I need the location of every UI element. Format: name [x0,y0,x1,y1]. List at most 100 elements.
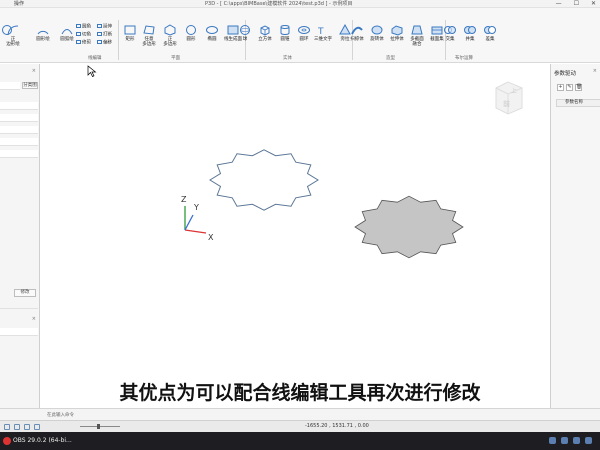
zoom-slider-track[interactable] [80,426,120,427]
edit-parameter-button[interactable]: ✎ [566,84,573,91]
tool-trim[interactable]: 修剪 [76,40,91,47]
status-icons [4,424,40,430]
list-item[interactable] [0,126,38,134]
union-icon [464,26,476,34]
tool-fillet[interactable]: 圆角 [76,24,91,31]
menu-bar: 操作 [4,0,24,8]
list-item[interactable] [0,328,38,336]
tray-icon[interactable] [561,437,568,444]
star-filled-shape[interactable] [354,195,464,259]
tray-icon[interactable] [573,437,580,444]
left-bottom-area [0,408,41,420]
tool-label: 切角 [82,32,91,38]
revolve-icon [371,25,383,35]
z-axis-label: Z [181,195,187,204]
sweep-icon [351,26,363,35]
y-axis-label: Y [193,203,199,212]
window-title: P3D - [ C:\apps\BIMBase\建模软件 2024\test.p… [205,1,353,7]
window-controls: — ☐ ✕ [556,0,596,8]
tool-chamfer[interactable]: 切角 [76,32,91,39]
regular-polygon-icon [164,24,176,36]
chamfer-icon [76,32,81,36]
canvas-svg: Z Y X 前 上 [87,65,523,259]
ribbon-toolbar: 正 边形绘 圆形绘 圆弧绘 圆角 切角 修剪 延伸 打断 偏移 线编辑 矩形 任… [0,8,600,63]
tool-offset[interactable]: 偏移 [97,40,112,47]
snap-icon[interactable] [4,424,10,430]
right-panel-close-button[interactable]: × [593,68,597,74]
title-bar: 操作 P3D - [ C:\apps\BIMBase\建模软件 2024\tes… [0,0,600,8]
view-cube[interactable]: 前 上 [495,81,523,115]
parameter-table-header: 参数名称 [556,99,600,107]
right-panel-parameter-driven: 参数驱动 × + ✎ 🗑 参数名称 [550,64,600,408]
left-panel-lower-close-button[interactable]: × [32,316,36,322]
rect-icon [124,25,136,35]
tool-subtract[interactable]: 差集 [477,24,503,42]
arc-icon [7,25,19,36]
close-window-button[interactable]: ✕ [591,0,596,8]
view-cube-front-label: 前 [503,99,510,108]
obs-icon[interactable] [3,437,11,445]
tool-label: 圆形绘 [36,37,50,42]
grid-icon[interactable] [14,424,20,430]
tool-break[interactable]: 打断 [97,32,112,39]
maximize-button[interactable]: ☐ [574,0,579,8]
zoom-slider-handle[interactable] [97,424,100,429]
group-label-solid: 实体 [283,56,292,61]
x-axis-label: X [208,233,214,242]
list-item[interactable] [0,114,38,122]
tool-label: 正 边形绘 [6,37,20,47]
group-label-model: 造型 [386,56,395,61]
list-item[interactable] [0,82,20,90]
fillet-icon [76,24,81,28]
menu-item-operate[interactable]: 操作 [14,0,24,8]
arc3-icon [61,29,73,35]
add-parameter-button[interactable]: + [557,84,564,91]
tray-icon[interactable] [549,437,556,444]
star-outline-shape[interactable] [209,149,319,211]
command-input[interactable]: 在此输入命令 [47,412,247,419]
mouse-cursor-icon [87,65,97,77]
list-item[interactable] [0,150,38,158]
svg-text:T: T [317,27,324,36]
extrude-icon [391,25,403,36]
category-button[interactable]: 分类图 [22,82,38,89]
app-window: 操作 P3D - [ C:\apps\BIMBase\建模软件 2024\tes… [0,0,600,450]
os-taskbar: OBS 29.0.2 (64-bi... [0,432,600,450]
tool-extend[interactable]: 延伸 [97,24,112,31]
arc2-icon [37,30,49,35]
group-label-line-edit: 线编辑 [88,56,102,61]
panel-divider [0,308,38,309]
modify-button[interactable]: 修改 [14,289,36,297]
torus-icon [298,26,310,34]
tool-label: 偏移 [103,40,112,46]
break-icon [97,32,102,36]
axes-gizmo: Z Y X [181,195,214,242]
sphere-icon [240,25,250,35]
tool-label: 圆角 [82,24,91,30]
tool-circle-draw[interactable]: 圆形绘 [30,24,56,42]
extend-icon [97,24,102,28]
polygon-icon [143,25,155,35]
tool-label: 修剪 [82,40,91,46]
left-panel-close-button[interactable]: × [32,68,36,74]
offset-icon [97,40,102,44]
left-panel: × 分类图 修改 × [0,64,40,408]
group-label-boolean: 布尔运算 [455,56,473,61]
taskbar-app-label[interactable]: OBS 29.0.2 (64-bi... [13,437,72,444]
minimize-button[interactable]: — [556,0,562,8]
subtract-icon [484,26,496,34]
drawing-canvas[interactable]: Z Y X 前 上 [41,64,550,408]
tool-label: 延伸 [103,24,112,30]
settings-icon[interactable] [34,424,40,430]
ellipse-icon [206,26,218,34]
delete-parameter-button[interactable]: 🗑 [575,84,582,91]
tray-icon[interactable] [585,437,592,444]
list-item[interactable] [0,102,38,110]
tool-regular-polygon-draw[interactable]: 正 边形绘 [0,24,26,47]
loft-icon [411,25,423,35]
text3d-icon: T [317,27,324,36]
tool-label: 打断 [103,32,112,38]
ortho-icon[interactable] [24,424,30,430]
view-cube-top-label: 上 [511,87,517,95]
list-item[interactable] [0,138,38,146]
